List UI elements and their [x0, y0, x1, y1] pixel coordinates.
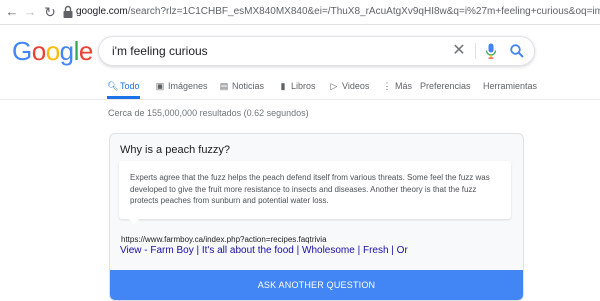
reload-icon[interactable]: ↻	[42, 4, 58, 20]
browser-toolbar: ← → ↻ google.com/search?rlz=1C1CHBF_esMX…	[0, 0, 600, 25]
image-icon: ▣	[155, 81, 165, 91]
video-icon: ▷	[330, 81, 338, 91]
address-bar[interactable]: google.com/search?rlz=1C1CHBF_esMX840MX8…	[76, 5, 600, 19]
answer-bubble: Experts agree that the fuzz helps the pe…	[119, 161, 511, 219]
tab-todo[interactable]: 🔍︎ Todo	[107, 79, 140, 99]
tab-noticias[interactable]: ▤ Noticias	[219, 79, 264, 99]
bubble-tail	[128, 218, 140, 225]
more-icon: ⋮	[382, 81, 392, 91]
clear-icon[interactable]: ✕	[452, 43, 466, 59]
url-host: google.com	[76, 6, 128, 17]
tab-videos[interactable]: ▷ Videos	[329, 79, 370, 99]
forward-arrow-icon[interactable]: →	[22, 4, 38, 20]
search-box: ✕	[98, 36, 535, 66]
ask-another-question-button[interactable]: ASK ANOTHER QUESTION	[110, 270, 523, 300]
search-input[interactable]	[112, 37, 442, 65]
source-url: https://www.farmboy.ca/index.php?action=…	[121, 235, 327, 244]
curiosity-card: Why is a peach fuzzy? Experts agree that…	[109, 133, 524, 301]
tab-herramientas[interactable]: Herramientas	[483, 79, 537, 99]
result-stats: Cerca de 155,000,000 resultados (0.62 se…	[108, 108, 309, 118]
search-divider	[475, 43, 476, 59]
answer-text: Experts agree that the fuzz helps the pe…	[130, 173, 490, 205]
microphone-icon[interactable]	[485, 43, 497, 59]
book-icon: ▮	[280, 81, 286, 91]
tab-mas[interactable]: ⋮ Más	[382, 79, 413, 99]
back-arrow-icon[interactable]: ←	[4, 4, 20, 20]
search-icon: 🔍︎	[107, 81, 119, 91]
tab-libros[interactable]: ▮ Libros	[278, 79, 316, 99]
google-logo[interactable]: Google	[12, 36, 93, 66]
search-tabs: 🔍︎ Todo ▣ Imágenes ▤ Noticias ▮ Libros ▷ Vide…	[0, 73, 600, 100]
tab-preferencias[interactable]: Preferencias	[420, 79, 471, 99]
tab-imagenes[interactable]: ▣ Imágenes	[155, 79, 208, 99]
news-icon: ▤	[219, 81, 229, 91]
url-path: /search?rlz=1C1CHBF_esMX840MX840&ei=/Thu…	[127, 6, 600, 17]
question-heading: Why is a peach fuzzy?	[120, 144, 231, 156]
search-icon[interactable]	[509, 43, 525, 59]
source-link[interactable]: View - Farm Boy | It's all about the foo…	[120, 245, 408, 256]
lock-icon	[63, 5, 73, 18]
